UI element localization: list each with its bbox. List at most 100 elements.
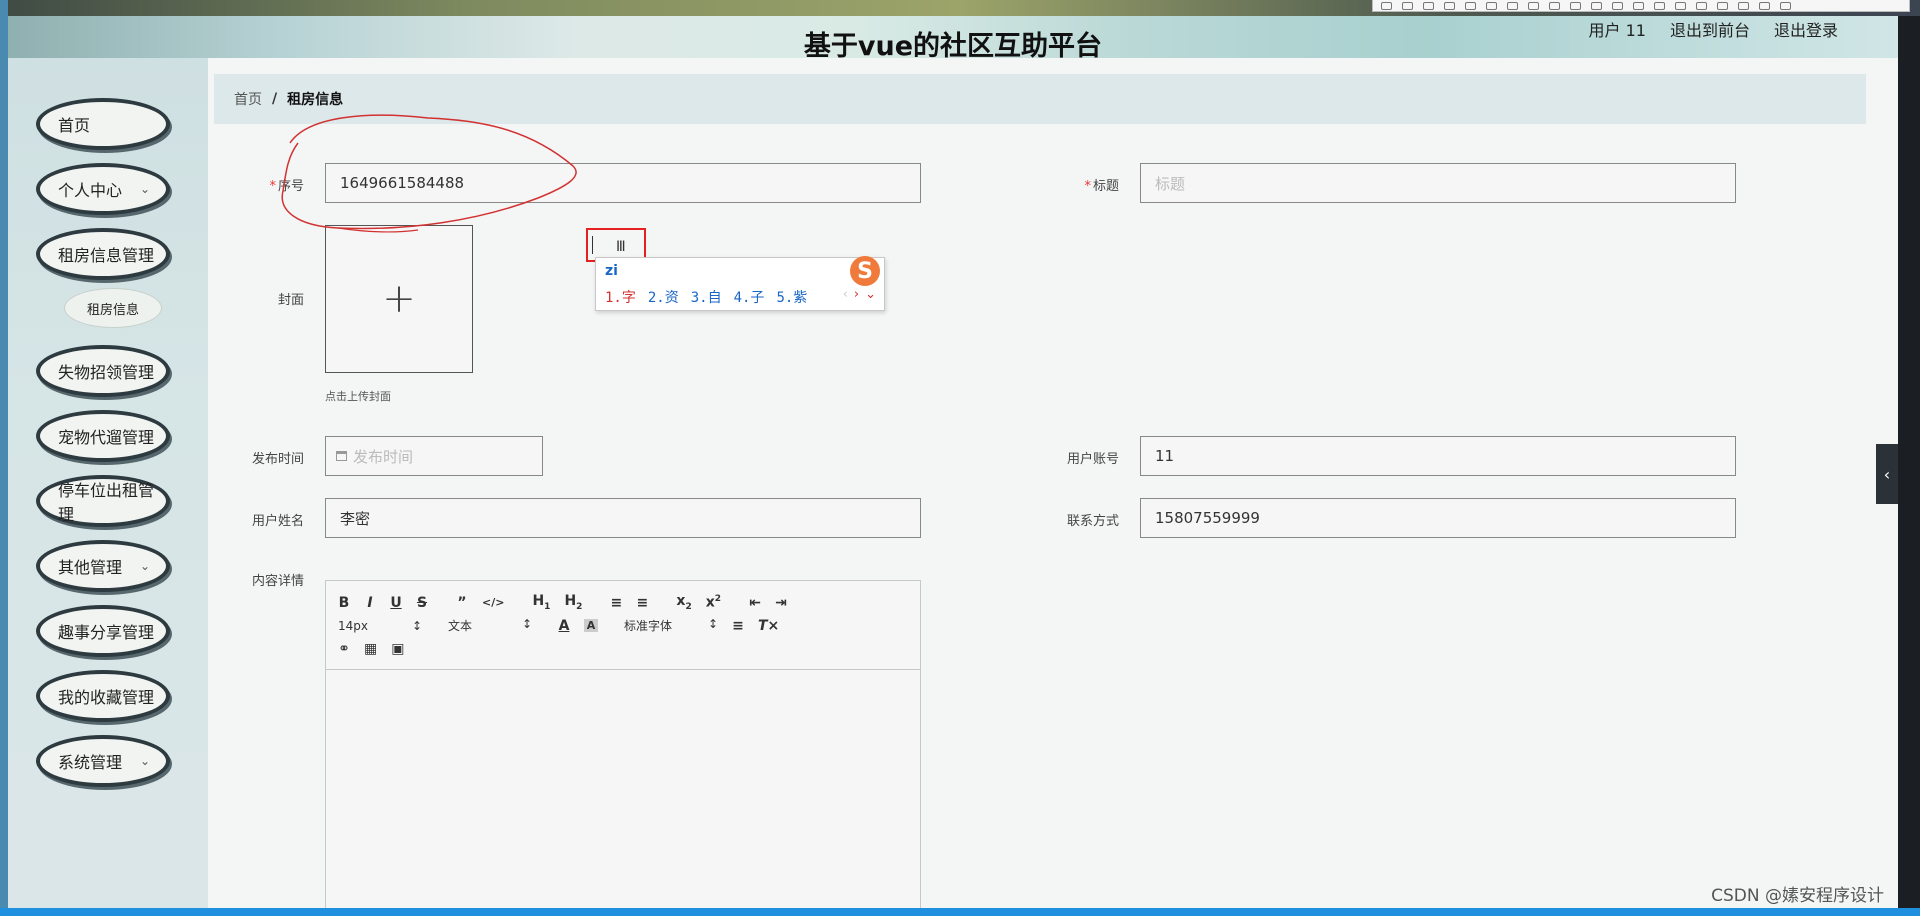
editor-toolbar: B I U S ” </> H1 H2 ≡ ≡ x2 x2 ⇤ ⇥ 14px ↕… [326,581,920,670]
logout-link[interactable]: 退出登录 [1774,17,1838,41]
username-input[interactable]: 李密 [325,498,921,538]
italic-icon[interactable]: I [364,595,376,611]
chevron-down-icon[interactable]: ⌄ [865,287,876,302]
chevron-right-icon[interactable]: › [854,287,859,302]
cover-upload-button[interactable]: + [325,225,473,373]
heading1-icon[interactable]: H1 [532,593,550,612]
sidebar-item-label: 失物招领管理 [58,363,155,382]
sidebar-item-label: 停车位出租管理 [58,481,155,524]
ime-candidate[interactable]: 1.字 [605,287,636,307]
text-caret [592,236,593,254]
sidebar-item-label: 系统管理 [58,753,123,772]
ime-candidate[interactable]: 2.资 [648,287,679,307]
video-icon[interactable]: ▣ [391,641,404,657]
outdent-icon[interactable]: ⇤ [749,595,761,611]
content-label: 内容详情 [251,574,304,589]
heading2-icon[interactable]: H2 [564,593,582,612]
clear-format-icon[interactable]: T× [758,618,779,634]
breadcrumb-separator: / [272,91,278,107]
sidebar-item-label: 首页 [58,116,91,135]
align-icon[interactable]: ≡ [732,618,744,634]
watermark: CSDN @嫊安程序设计 [1711,886,1884,906]
image-icon[interactable]: ▦ [364,641,377,657]
chevron-down-icon: ⌄ [139,182,150,196]
cover-label: 封面 [277,293,304,308]
editor-body[interactable] [326,670,920,912]
font-size-select[interactable]: 14px ↕ [338,619,422,633]
updown-icon: ↕ [707,617,718,631]
code-icon[interactable]: </> [482,596,504,609]
rich-text-editor: B I U S ” </> H1 H2 ≡ ≡ x2 x2 ⇤ ⇥ 14px ↕… [325,580,921,912]
sidebar-item-system[interactable]: 系统管理 ⌄ [36,735,170,787]
main-content: 首页 / 租房信息 * 序号 1649661584488 * 标题 标题 封面 + … [214,58,1894,912]
sidebar-item-parking[interactable]: 停车位出租管理 [36,475,170,527]
sidebar-item-fun-share[interactable]: 趣事分享管理 [36,605,170,657]
underline-icon[interactable]: U [390,595,402,611]
header-actions: 用户 11 退出到前台 退出登录 [1589,16,1838,42]
quote-icon[interactable]: ” [456,595,468,611]
sogou-logo-icon: S [850,256,880,286]
back-to-front-link[interactable]: 退出到前台 [1670,17,1750,41]
taskbar-accent [0,908,1920,916]
chevron-left-icon[interactable]: ‹ [1876,444,1898,504]
sidebar-item-lost-found[interactable]: 失物招领管理 [36,345,170,397]
sidebar-subitem-rental-info[interactable]: 租房信息 [64,288,162,328]
indent-icon[interactable]: ⇥ [775,595,787,611]
updown-icon: ↕ [411,618,422,633]
sidebar-item-personal[interactable]: 个人中心 ⌄ [36,163,170,215]
account-input[interactable]: 11 [1140,436,1736,476]
sidebar-item-label: 趣事分享管理 [58,623,155,642]
app-header: 基于vue的社区互助平台 用户 11 退出到前台 退出登录 [8,16,1898,62]
bold-icon[interactable]: B [338,595,350,611]
title-input[interactable]: 标题 [1140,163,1736,203]
ime-candidates: 1.字 2.资 3.自 4.子 5.紫 [605,287,807,307]
publish-time-placeholder: 发布时间 [353,447,414,466]
sidebar-item-rental[interactable]: 租房信息管理 [36,228,170,280]
text-cursor-icon: Ⅲ [616,239,626,255]
sidebar-item-label: 其他管理 [58,558,123,577]
screenshot-toolbar[interactable] [1372,0,1910,12]
ime-candidate[interactable]: 4.子 [734,287,765,307]
subscript-icon[interactable]: x2 [676,593,691,612]
upload-hint: 点击上传封面 [325,390,391,403]
serial-label: * 序号 [269,179,304,194]
chevron-left-icon[interactable]: ‹ [843,287,848,302]
screen: 基于vue的社区互助平台 用户 11 退出到前台 退出登录 首页 个人中心 ⌄ 租… [0,0,1920,916]
text-type-select[interactable]: 文本 ↕ [448,617,532,634]
ime-candidate-window[interactable]: zi S 1.字 2.资 3.自 4.子 5.紫 ‹ › ⌄ [595,256,885,311]
ime-candidate[interactable]: 5.紫 [776,287,807,307]
contact-label: 联系方式 [1066,514,1119,529]
breadcrumb: 首页 / 租房信息 [214,74,1866,124]
account-label: 用户账号 [1066,452,1119,467]
desktop-strip [0,0,1920,16]
strike-icon[interactable]: S [416,595,428,611]
sidebar-item-label: 个人中心 [58,181,123,200]
window-edge [0,0,8,916]
link-icon[interactable]: ⚭ [338,641,350,657]
breadcrumb-home[interactable]: 首页 [234,89,262,109]
serial-input[interactable]: 1649661584488 [325,163,921,203]
superscript-icon[interactable]: x2 [706,594,721,611]
sidebar-item-pet-walk[interactable]: 宠物代遛管理 [36,410,170,462]
chevron-down-icon: ⌄ [139,754,150,768]
sidebar-item-other[interactable]: 其他管理 ⌄ [36,540,170,592]
ime-input-text: zi [605,263,618,279]
breadcrumb-current: 租房信息 [287,92,344,108]
sidebar-item-home[interactable]: 首页 [36,98,170,150]
background-color-icon[interactable]: A [584,619,598,632]
publish-time-label: 发布时间 [251,452,304,467]
ime-candidate[interactable]: 3.自 [691,287,722,307]
sidebar-item-favorites[interactable]: 我的收藏管理 [36,670,170,722]
plus-icon: + [382,276,416,322]
publish-time-picker[interactable]: 发布时间 [325,436,543,476]
sidebar-item-label: 我的收藏管理 [58,688,155,707]
bullet-list-icon[interactable]: ≡ [636,595,649,611]
contact-input[interactable]: 15807559999 [1140,498,1736,538]
font-color-icon[interactable]: A [558,618,570,634]
sidebar-item-label: 租房信息管理 [58,246,155,265]
current-user: 用户 11 [1588,21,1646,40]
font-family-select[interactable]: 标准字体 ↕ [624,617,718,634]
title-label: * 标题 [1084,179,1119,194]
ime-nav: ‹ › ⌄ [843,287,876,302]
ordered-list-icon[interactable]: ≡ [610,595,623,611]
